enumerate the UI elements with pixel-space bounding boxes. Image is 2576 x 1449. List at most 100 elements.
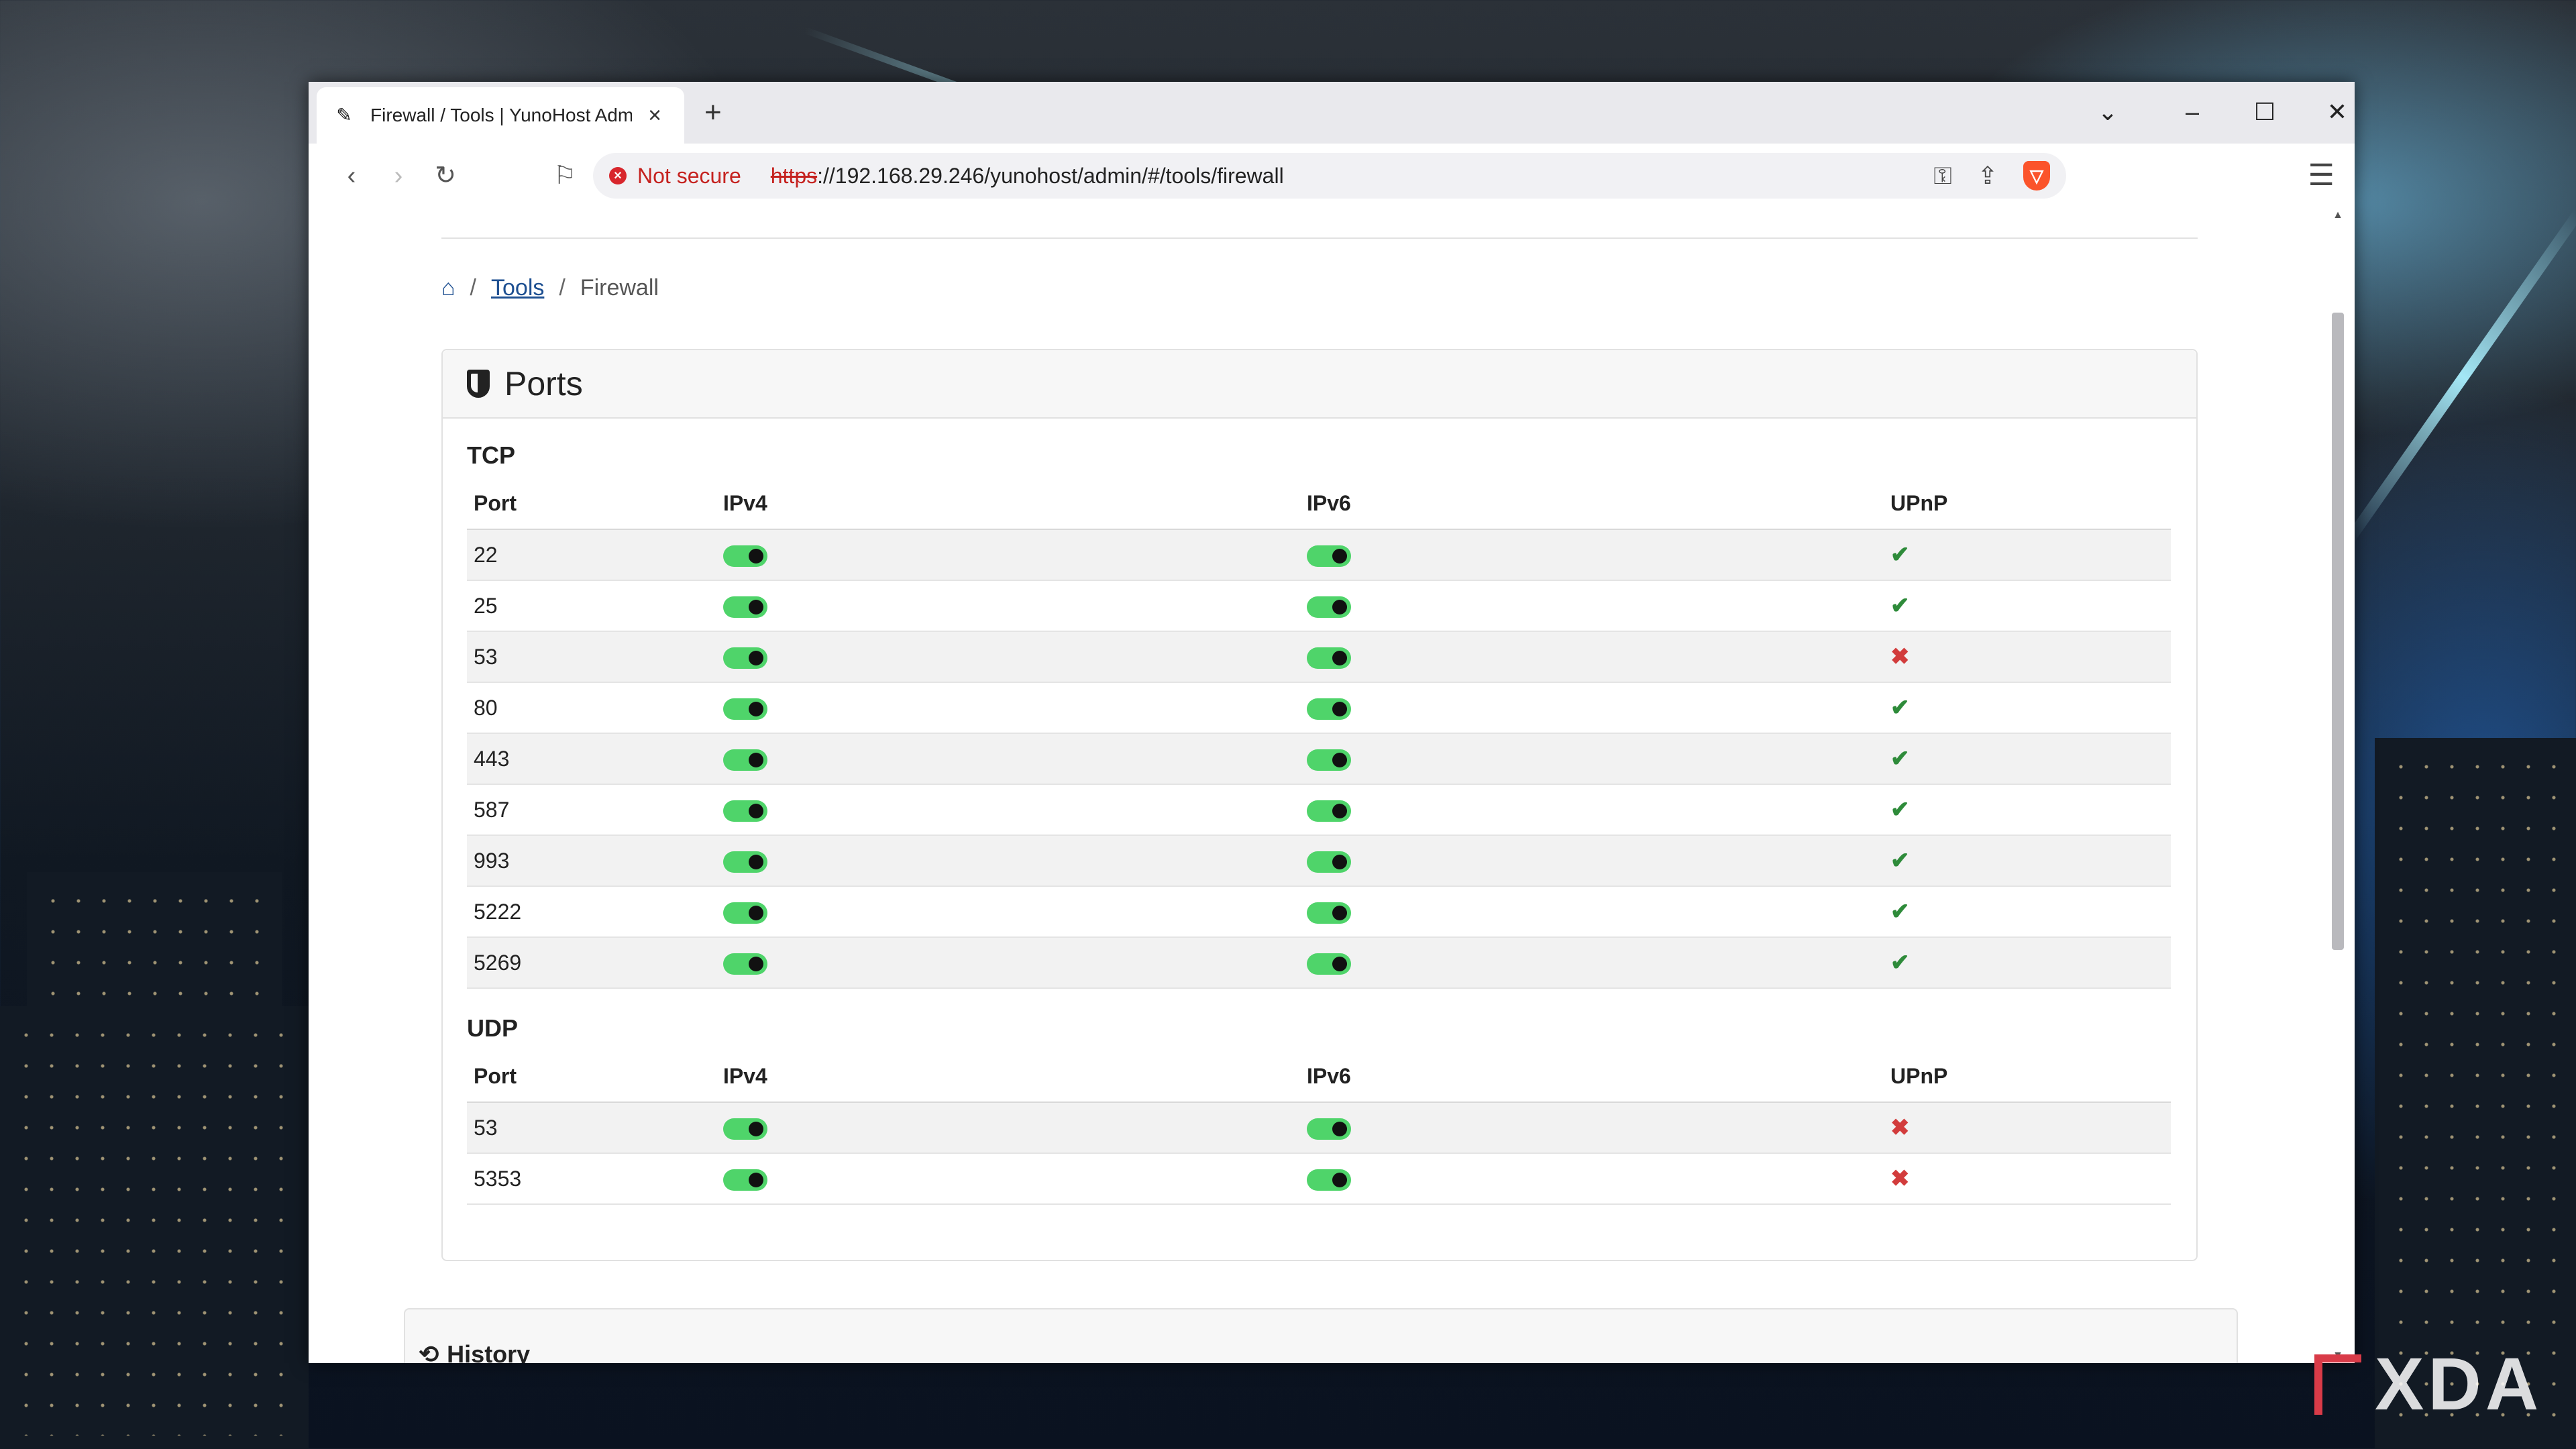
hamburger-menu-icon[interactable]: ☰ — [2308, 158, 2334, 193]
ipv4-toggle[interactable] — [723, 851, 767, 873]
history-header[interactable]: ⟲ History — [419, 1340, 530, 1363]
breadcrumb-separator: / — [470, 275, 476, 301]
ipv4-cell — [716, 733, 1300, 785]
ports-card-header: Ports — [443, 350, 2196, 419]
port-cell: 5353 — [467, 1153, 716, 1205]
address-bar[interactable]: × Not secure https ://192.168.29.246/yun… — [593, 153, 2066, 199]
port-cell: 22 — [467, 529, 716, 581]
breadcrumb-separator: / — [559, 275, 566, 301]
upnp-cell: ✔ — [1884, 784, 2171, 836]
ipv4-cell — [716, 580, 1300, 632]
udp-ports-table: Port IPv4 IPv6 UPnP 53 ✖ 5353 ✖ — [467, 1051, 2171, 1205]
ipv6-toggle[interactable] — [1307, 647, 1351, 669]
upnp-cell: ✖ — [1884, 1102, 2171, 1154]
ipv6-toggle[interactable] — [1307, 953, 1351, 975]
ipv6-toggle[interactable] — [1307, 800, 1351, 822]
ipv4-toggle[interactable] — [723, 647, 767, 669]
cross-icon: ✖ — [1890, 1115, 1910, 1140]
ipv6-cell — [1300, 886, 1884, 938]
active-tab[interactable]: ✎ Firewall / Tools | YunoHost Admin × — [317, 87, 684, 144]
forward-button[interactable]: › — [380, 157, 417, 195]
scroll-thumb[interactable] — [2332, 313, 2344, 950]
upnp-cell: ✔ — [1884, 886, 2171, 938]
wallpaper-building — [0, 1006, 309, 1449]
breadcrumb-current: Firewall — [580, 275, 659, 301]
ipv4-toggle[interactable] — [723, 800, 767, 822]
table-row: 22 ✔ — [467, 529, 2171, 581]
close-tab-icon[interactable]: × — [641, 103, 668, 129]
upnp-cell: ✖ — [1884, 631, 2171, 683]
browser-toolbar: ‹ › ↻ ⚐ × Not secure https ://192.168.29… — [309, 144, 2355, 209]
ipv4-toggle[interactable] — [723, 1169, 767, 1191]
ipv4-cell — [716, 682, 1300, 734]
ipv6-toggle[interactable] — [1307, 749, 1351, 771]
check-icon: ✔ — [1890, 542, 1910, 568]
minimize-button[interactable]: – — [2174, 94, 2211, 130]
table-row: 5222 ✔ — [467, 886, 2171, 938]
table-row: 5269 ✔ — [467, 937, 2171, 989]
upnp-cell: ✔ — [1884, 580, 2171, 632]
ipv6-column-header: IPv6 — [1300, 1051, 1884, 1103]
tab-title: Firewall / Tools | YunoHost Admin — [370, 105, 632, 125]
ipv6-toggle[interactable] — [1307, 596, 1351, 619]
tab-list-chevron-icon[interactable]: ⌄ — [2089, 94, 2127, 130]
ports-card-title: Ports — [504, 365, 583, 402]
key-icon[interactable]: ⚿ — [1933, 162, 1951, 191]
ipv4-toggle[interactable] — [723, 1118, 767, 1140]
ipv4-cell — [716, 835, 1300, 887]
ipv6-cell — [1300, 529, 1884, 581]
ipv6-toggle[interactable] — [1307, 698, 1351, 720]
ipv4-cell — [716, 1102, 1300, 1154]
history-card: ⟲ History — [404, 1308, 2238, 1363]
back-button[interactable]: ‹ — [333, 157, 370, 195]
security-label[interactable]: Not secure — [637, 164, 741, 189]
ipv4-column-header: IPv4 — [716, 1051, 1300, 1103]
tcp-ports-body: 22 ✔ 25 ✔ 53 ✖ 80 ✔ 443 ✔ 587 ✔ 993 ✔ 5222 ✔ 5269 ✔ — [467, 529, 2171, 989]
ipv4-cell — [716, 937, 1300, 989]
page-scrollbar[interactable]: ▲ ▼ — [2330, 208, 2345, 1363]
ipv4-toggle[interactable] — [723, 596, 767, 619]
table-row: 443 ✔ — [467, 733, 2171, 785]
ipv6-toggle[interactable] — [1307, 545, 1351, 568]
ipv6-toggle[interactable] — [1307, 1169, 1351, 1191]
check-icon: ✔ — [1890, 950, 1910, 975]
port-cell: 80 — [467, 682, 716, 734]
upnp-cell: ✔ — [1884, 835, 2171, 887]
ipv4-toggle[interactable] — [723, 749, 767, 771]
ipv6-cell — [1300, 631, 1884, 683]
close-window-button[interactable]: ✕ — [2318, 94, 2355, 130]
ipv6-cell — [1300, 1102, 1884, 1154]
maximize-button[interactable]: ☐ — [2246, 94, 2284, 130]
breadcrumb-tools-link[interactable]: Tools — [491, 275, 544, 301]
ipv6-toggle[interactable] — [1307, 851, 1351, 873]
new-tab-button[interactable]: + — [704, 95, 722, 130]
ipv4-toggle[interactable] — [723, 902, 767, 924]
upnp-cell: ✔ — [1884, 937, 2171, 989]
ipv6-toggle[interactable] — [1307, 902, 1351, 924]
history-icon: ⟲ — [419, 1340, 439, 1363]
scroll-up-arrow-icon[interactable]: ▲ — [2330, 209, 2345, 221]
home-icon[interactable]: ⌂ — [441, 275, 455, 301]
cross-icon: ✖ — [1890, 644, 1910, 669]
xda-watermark-text: XDA — [2375, 1343, 2543, 1426]
ipv4-toggle[interactable] — [723, 698, 767, 720]
bookmark-icon[interactable]: ⚐ — [546, 157, 584, 195]
tab-bar: ✎ Firewall / Tools | YunoHost Admin × + … — [309, 82, 2355, 144]
share-icon[interactable]: ⇪ — [1978, 162, 1998, 190]
url-scheme: https — [770, 163, 818, 188]
not-secure-icon: × — [609, 167, 627, 184]
upnp-cell: ✖ — [1884, 1153, 2171, 1205]
address-bar-actions: ⚿ ⇪ ▽ — [1933, 161, 2050, 191]
reload-button[interactable]: ↻ — [427, 157, 464, 195]
ipv4-toggle[interactable] — [723, 545, 767, 568]
brave-shields-icon[interactable]: ▽ — [2023, 161, 2050, 191]
ipv6-column-header: IPv6 — [1300, 478, 1884, 530]
tcp-ports-table: Port IPv4 IPv6 UPnP 22 ✔ 25 ✔ 53 ✖ 80 ✔ 443 ✔ 587 ✔… — [467, 478, 2171, 989]
ipv6-toggle[interactable] — [1307, 1118, 1351, 1140]
udp-ports-body: 53 ✖ 5353 ✖ — [467, 1102, 2171, 1205]
ipv4-toggle[interactable] — [723, 953, 767, 975]
upnp-cell: ✔ — [1884, 733, 2171, 785]
table-row: 5353 ✖ — [467, 1153, 2171, 1205]
ipv6-cell — [1300, 937, 1884, 989]
ipv6-cell — [1300, 1153, 1884, 1205]
